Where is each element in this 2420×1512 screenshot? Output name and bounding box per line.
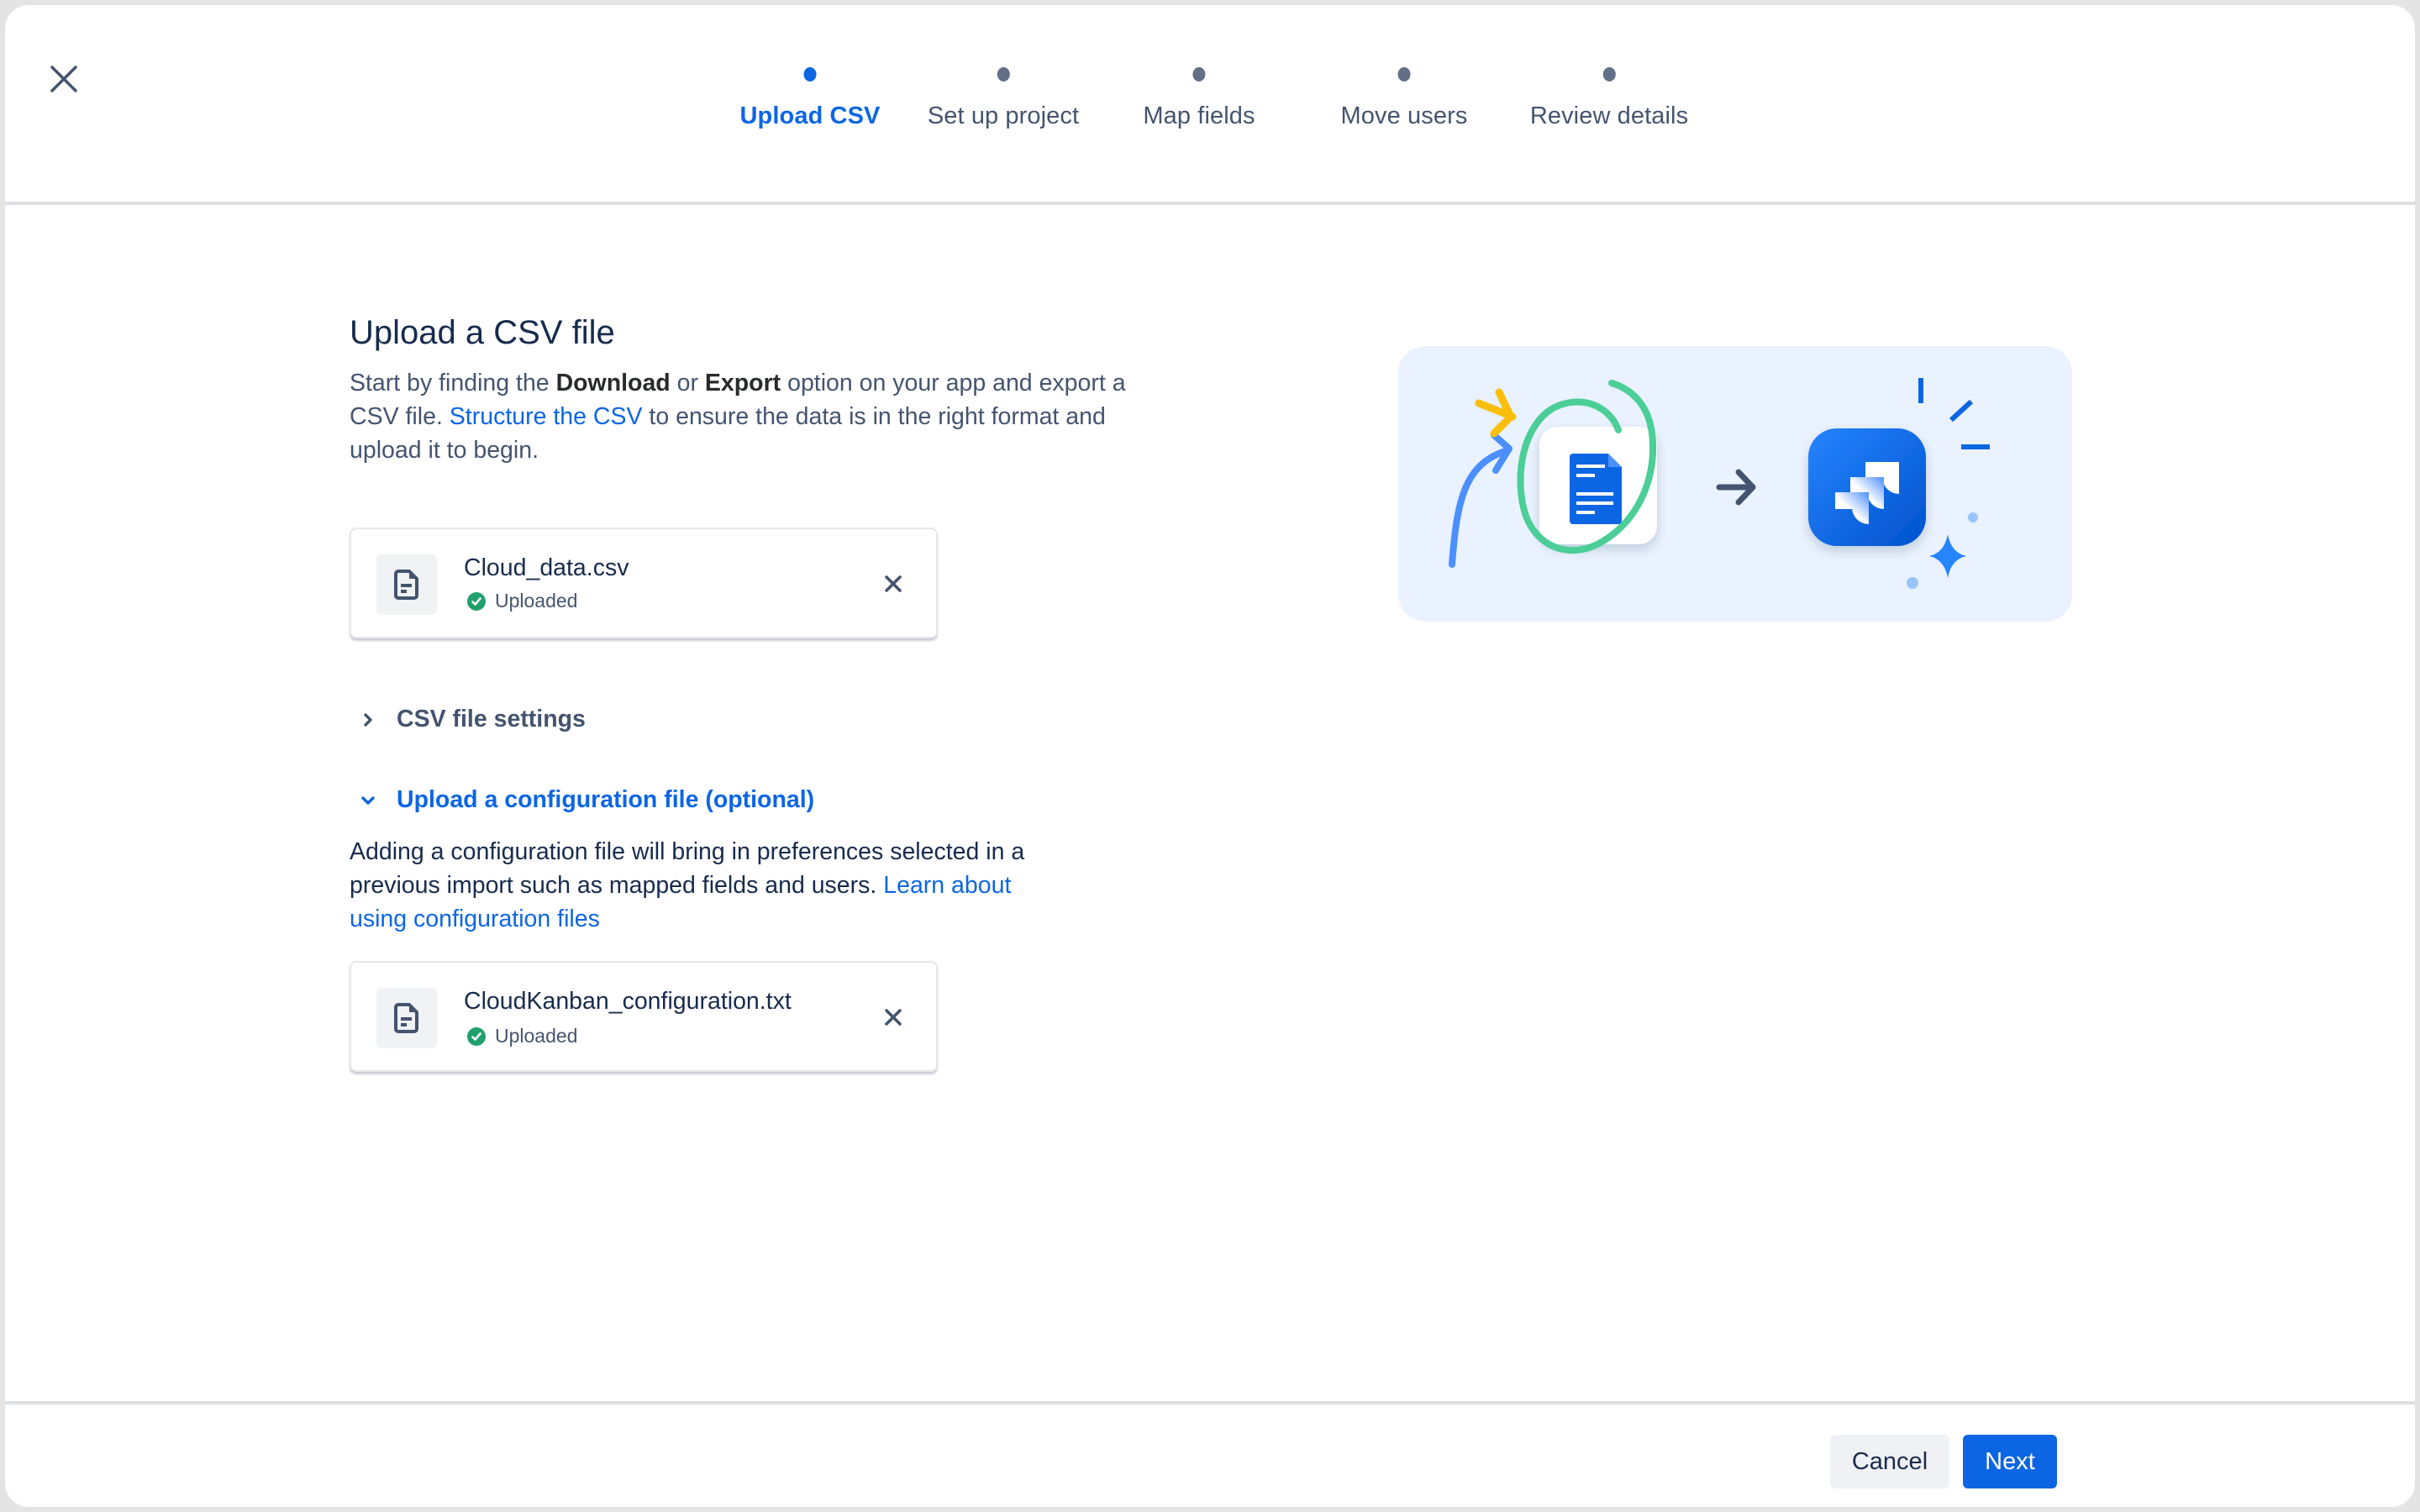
download-emphasis: Download	[555, 370, 671, 396]
step-label: Map fields	[1143, 102, 1255, 129]
progress-stepper: Upload CSV Set up project Map fields Mov…	[5, 5, 2415, 202]
step-label: Review details	[1529, 102, 1689, 129]
file-name: Cloud_data.csv	[464, 554, 629, 581]
close-icon	[885, 1009, 902, 1026]
import-illustration	[1398, 346, 2072, 622]
step-move-users[interactable]: Move users	[1341, 67, 1468, 130]
page-title: Upload a CSV file	[350, 314, 615, 351]
step-set-up-project[interactable]: Set up project	[928, 67, 1079, 130]
config-file-card: CloudKanban_configuration.txt Uploaded	[350, 961, 938, 1072]
file-name: CloudKanban_configuration.txt	[464, 988, 792, 1015]
step-review-details[interactable]: Review details	[1530, 67, 1688, 130]
intro-text: Start by finding the Download or Export …	[350, 366, 1173, 467]
remove-file-button[interactable]	[879, 570, 908, 598]
structure-csv-link[interactable]: Structure the CSV	[450, 403, 643, 430]
wizard-footer: Cancel Next	[5, 1401, 2415, 1507]
config-file-expander[interactable]: Upload a configuration file (optional)	[358, 786, 814, 814]
step-upload-csv[interactable]: Upload CSV	[740, 67, 881, 130]
upload-status-label: Uploaded	[495, 1025, 578, 1047]
jira-app-icon	[1808, 428, 1926, 546]
wizard-header: Upload CSV Set up project Map fields Mov…	[5, 5, 2415, 205]
step-label: Set up project	[927, 102, 1080, 129]
chevron-down-icon	[358, 790, 378, 811]
remove-file-button[interactable]	[879, 1003, 908, 1032]
check-circle-icon	[467, 1026, 486, 1046]
step-dot	[1192, 67, 1206, 81]
config-description: Adding a configuration file will bring i…	[350, 835, 1039, 936]
file-icon	[394, 570, 418, 600]
step-label: Upload CSV	[739, 102, 881, 129]
yellow-arrow-icon	[1475, 388, 1517, 438]
upload-status: Uploaded	[467, 590, 577, 612]
arrow-right-icon	[1716, 469, 1756, 506]
config-file-label: Upload a configuration file (optional)	[397, 786, 815, 813]
next-button[interactable]: Next	[1963, 1435, 2057, 1488]
wizard-body: Upload a CSV file Start by finding the D…	[5, 208, 2415, 1403]
step-dot	[1602, 67, 1616, 81]
file-icon	[394, 1003, 418, 1033]
export-emphasis: Export	[704, 370, 781, 396]
close-icon	[885, 575, 902, 592]
intro-text-part: or	[670, 370, 705, 396]
chevron-right-icon	[358, 710, 378, 730]
document-icon	[1539, 427, 1657, 544]
file-icon-tile	[376, 988, 437, 1048]
import-wizard-window: Upload CSV Set up project Map fields Mov…	[5, 5, 2415, 1507]
cancel-button[interactable]: Cancel	[1830, 1435, 1949, 1488]
check-circle-icon	[467, 591, 486, 611]
step-dot	[803, 67, 817, 81]
curved-arrow-icon	[1449, 432, 1512, 568]
step-dot	[1397, 67, 1411, 81]
csv-settings-expander[interactable]: CSV file settings	[358, 706, 586, 733]
csv-settings-label: CSV file settings	[397, 706, 586, 732]
upload-status: Uploaded	[467, 1025, 577, 1047]
csv-file-card: Cloud_data.csv Uploaded	[350, 528, 938, 638]
step-dot	[997, 67, 1010, 81]
file-icon-tile	[376, 554, 437, 615]
upload-status-label: Uploaded	[495, 590, 578, 612]
step-label: Move users	[1340, 102, 1468, 129]
intro-text-part: Start by finding the	[350, 370, 556, 396]
step-map-fields[interactable]: Map fields	[1143, 67, 1255, 130]
